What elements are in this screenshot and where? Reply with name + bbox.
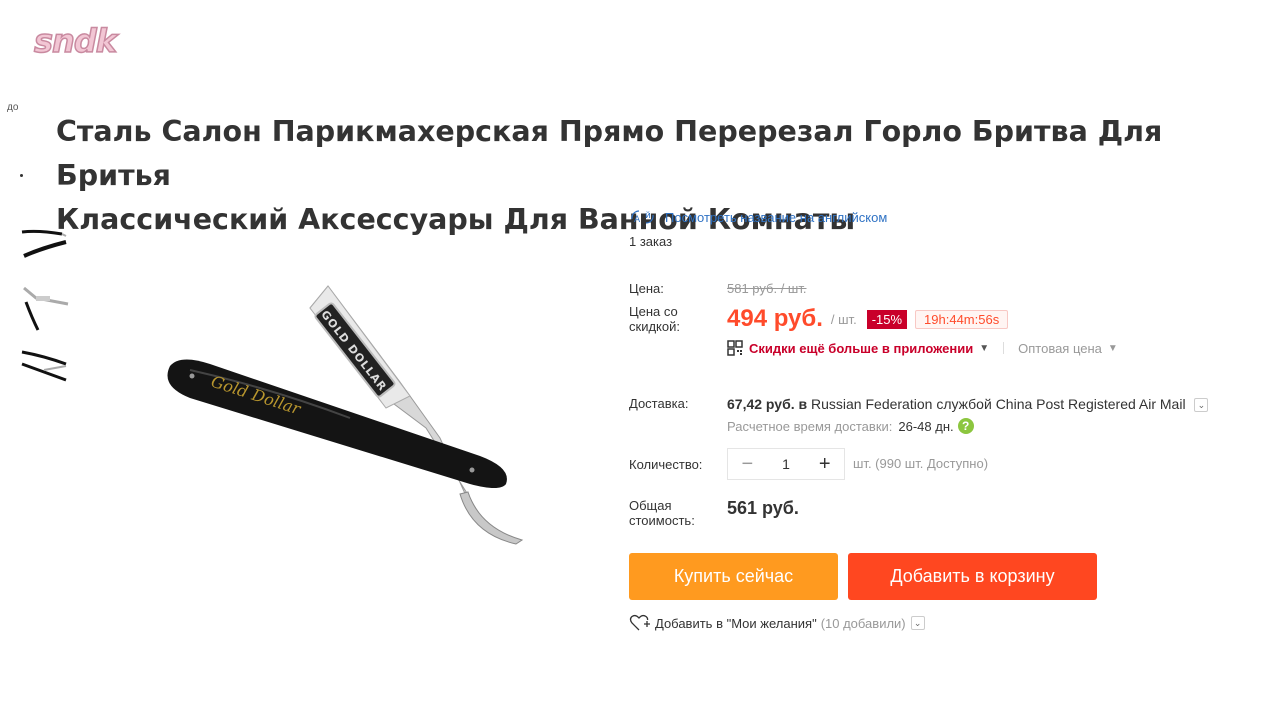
heart-plus-icon (629, 614, 650, 631)
translate-title-link[interactable]: Посмотреть название на английском (665, 210, 887, 225)
wholesale-price-link[interactable]: Оптовая цена (1018, 341, 1102, 356)
shipping-via: службой (936, 396, 992, 412)
old-price: 581 руб. / шт. (727, 281, 807, 296)
svg-text:й: й (645, 211, 651, 221)
thumbnail-3[interactable] (18, 346, 70, 398)
translate-row[interactable]: A й Посмотреть название на английском (629, 206, 1249, 228)
quantity-stepper: − 1 + (727, 448, 845, 480)
quantity-label: Количество: (629, 456, 703, 472)
thumbnail-1[interactable] (18, 222, 70, 274)
shipping-label: Доставка: (629, 396, 689, 411)
delivery-estimate-value: 26-48 дн. (898, 418, 954, 434)
help-icon[interactable]: ? (957, 418, 974, 435)
watermark-logo: sndk (33, 21, 118, 61)
wishlist-label: Добавить в "Мои желания" (655, 615, 817, 631)
add-to-cart-button[interactable]: Добавить в корзину (848, 553, 1097, 600)
discount-label-line1: Цена со (629, 304, 678, 319)
total-label-line2: стоимость: (629, 513, 695, 528)
quantity-plus-button[interactable]: + (805, 453, 844, 476)
delivery-estimate-label: Расчетное время доставки: (727, 418, 893, 434)
price-per-unit: / шт. (830, 311, 857, 327)
total-label-line1: Общая (629, 498, 672, 513)
discount-price-label: Цена со скидкой: (629, 304, 727, 334)
quantity-input[interactable]: 1 (767, 456, 806, 472)
quantity-row: Количество: − 1 + шт. (990 шт. Доступно) (629, 448, 988, 480)
thumbnail-list (18, 222, 72, 408)
stock-available: шт. (990 шт. Доступно) (853, 456, 989, 471)
bullet-dot (20, 174, 23, 177)
quantity-minus-button[interactable]: − (728, 453, 767, 476)
thumbnail-2[interactable] (18, 284, 70, 336)
delivery-estimate: Расчетное время доставки: 26-48 дн. ? (727, 418, 1208, 435)
shipping-details: 67,42 руб. в Russian Federation службой … (727, 396, 1209, 435)
discount-badge: -15% (866, 309, 908, 329)
product-page: sndk до Сталь Салон Парикмахерская Прямо… (0, 0, 1280, 720)
wishlist-count: (10 добавили) (820, 615, 906, 631)
discount-label-line2: скидкой: (629, 319, 680, 334)
divider (1003, 342, 1005, 354)
app-promo-link[interactable]: Скидки ещё больше в приложении (749, 341, 973, 356)
svg-text:A: A (634, 215, 641, 225)
total-row: Общая стоимость: 561 руб. (629, 498, 799, 528)
shipping-row: Доставка: 67,42 руб. в Russian Federatio… (629, 396, 1209, 435)
wishlist-dropdown-icon[interactable]: ⌄ (910, 616, 925, 630)
orders-count: 1 заказ (629, 234, 673, 249)
product-info: A й Посмотреть название на английском 1 … (629, 206, 1249, 631)
price-row: Цена: 581 руб. / шт. (629, 281, 806, 296)
total-price: 561 руб. (727, 498, 799, 518)
shipping-dropdown-icon[interactable]: ⌄ (1194, 398, 1209, 413)
shipping-carrier: China Post Registered Air Mail (995, 396, 1186, 412)
product-title-line1: Сталь Салон Парикмахерская Прямо Перерез… (56, 115, 1163, 192)
shipping-summary[interactable]: 67,42 руб. в Russian Federation службой … (727, 396, 1209, 413)
price-label: Цена: (629, 281, 664, 296)
translate-icon: A й (631, 210, 654, 225)
add-to-wishlist[interactable]: Добавить в "Мои желания" (10 добавили) ⌄ (629, 614, 925, 632)
chevron-down-icon[interactable]: ▼ (1108, 343, 1118, 354)
breadcrumb[interactable]: до (7, 102, 18, 113)
total-label: Общая стоимость: (629, 498, 727, 528)
product-image[interactable]: GOLD DOLLAR Gold Dollar (150, 278, 530, 548)
chevron-down-icon[interactable]: ▼ (979, 343, 989, 354)
discount-price-row: Цена со скидкой: 494 руб. / шт. -15% 19h:… (629, 304, 1009, 334)
discount-price: 494 руб. (727, 305, 823, 332)
app-promo-row: Скидки ещё больше в приложении ▼ Оптовая… (727, 340, 1118, 356)
countdown-timer: 19h:44m:56s (915, 309, 1009, 329)
qr-code-icon (727, 340, 743, 356)
shipping-cost: 67,42 руб. (727, 396, 795, 412)
shipping-in: в (798, 396, 808, 412)
buy-now-button[interactable]: Купить сейчас (629, 553, 838, 600)
shipping-destination: Russian Federation (811, 396, 933, 412)
